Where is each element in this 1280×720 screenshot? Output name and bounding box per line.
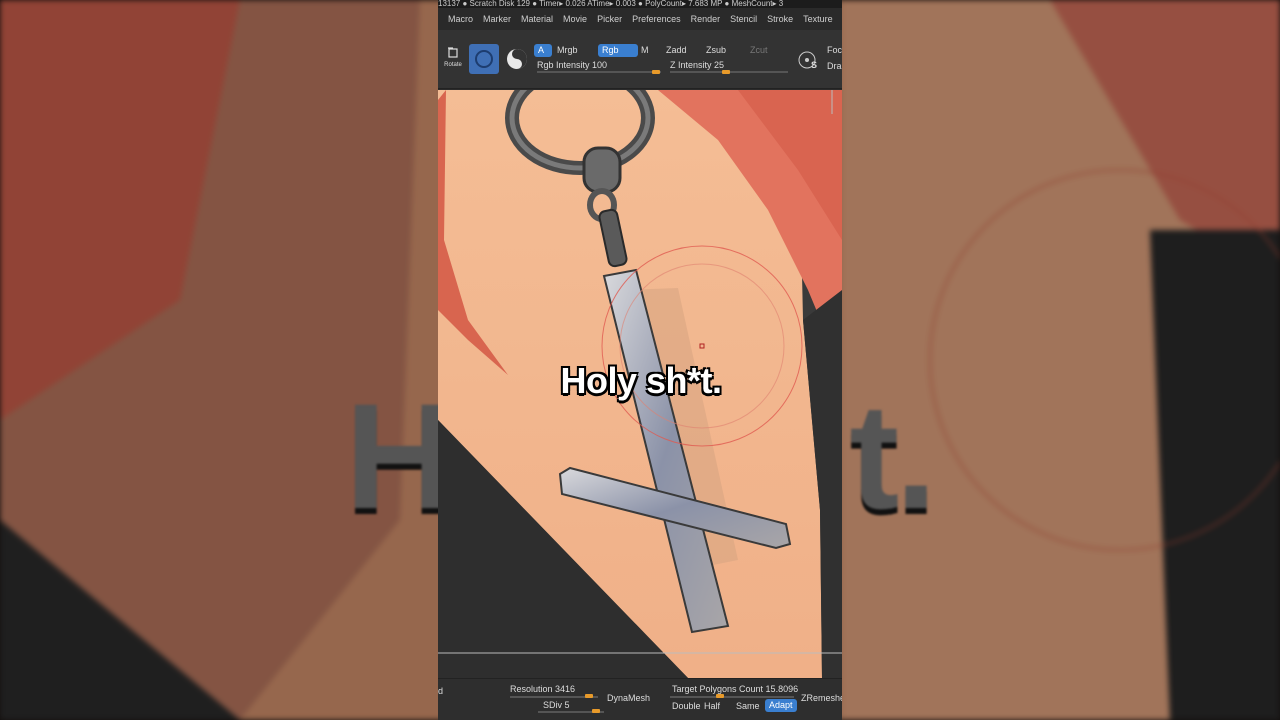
m-toggle[interactable]: M [637,44,653,57]
double-button[interactable]: Double [672,701,701,711]
menu-item-macro[interactable]: Macro [438,14,478,24]
bottom-toolbar: d Resolution 3416 DynaMesh SDiv 5 Target… [438,678,842,720]
s-label: S [811,60,818,70]
top-toolbar: Rotate A Mrgb Rgb M Zadd Zsub Zcut Rgb I… [438,30,842,89]
target-polygons-label: Target Polygons Count 15.8096 [672,684,799,694]
menu-item-texture[interactable]: Texture [798,14,838,24]
rotate-icon [448,47,458,58]
mrgb-toggle[interactable]: Mrgb [553,44,582,57]
zcut-toggle[interactable]: Zcut [746,44,772,57]
z-intensity-label: Z Intensity 25 [670,60,725,70]
menu-item-stroke[interactable]: Stroke [762,14,798,24]
brush-button[interactable] [469,44,499,74]
zremesher-button[interactable]: ZRemesher [801,693,842,703]
rgb-intensity-label: Rgb Intensity 100 [537,60,608,70]
material-button[interactable] [505,47,529,71]
menu-item-t[interactable]: T [838,14,842,24]
earring-bead [582,146,622,194]
rotate-label: Rotate [444,62,462,68]
same-button[interactable]: Same [736,701,760,711]
resolution-knob[interactable] [585,694,593,698]
video-caption: Holy sh*t. [560,360,722,401]
menu-item-movie[interactable]: Movie [558,14,592,24]
z-intensity-knob[interactable] [722,70,730,74]
background-caption-left: H [345,372,453,540]
status-bar: 13137 ● Scratch Disk 129 ● Timer▸ 0.026 … [438,0,842,8]
rgb-toggle[interactable]: Rgb [598,44,638,57]
dynamesh-button[interactable]: DynaMesh [607,693,650,703]
resolution-label: Resolution 3416 [510,684,576,694]
draw-label: Dra [827,61,842,71]
target-polygons-slider[interactable] [670,696,794,698]
target-polygons-knob[interactable] [716,694,724,698]
d-label: d [438,686,444,696]
zadd-toggle[interactable]: Zadd [662,44,691,57]
sdiv-knob[interactable] [592,709,600,713]
sphere-material-icon [507,49,527,69]
sdiv-label: SDiv 5 [543,700,570,710]
rgb-intensity-knob[interactable] [652,70,660,74]
menu-bar: Macro Marker Material Movie Picker Prefe… [438,8,842,30]
background-caption-right: t. [849,372,937,540]
focal-label: Foca [827,45,842,55]
menu-item-render[interactable]: Render [686,14,726,24]
zsub-toggle[interactable]: Zsub [702,44,730,57]
brush-icon [475,50,493,68]
rotate-button[interactable]: Rotate [442,46,464,68]
menu-item-picker[interactable]: Picker [592,14,627,24]
menu-item-preferences[interactable]: Preferences [627,14,686,24]
menu-item-stencil[interactable]: Stencil [725,14,762,24]
menu-item-marker[interactable]: Marker [478,14,516,24]
half-button[interactable]: Half [704,701,720,711]
a-toggle[interactable]: A [534,44,552,57]
menu-item-material[interactable]: Material [516,14,558,24]
adapt-button[interactable]: Adapt [765,699,797,712]
rgb-intensity-slider[interactable] [537,71,661,73]
